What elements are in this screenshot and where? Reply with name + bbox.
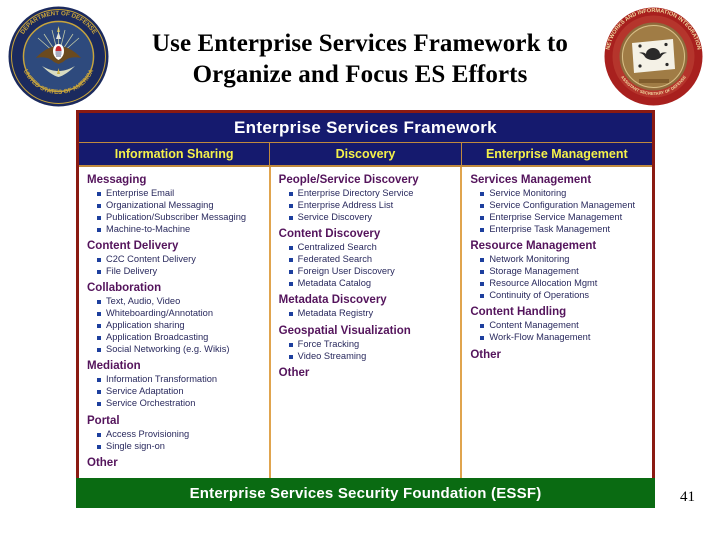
list-item: Social Networking (e.g. Wikis) [97, 344, 265, 355]
framework-column-information-sharing: Messaging Enterprise Email Organizational … [79, 167, 271, 479]
list-item: Application Broadcasting [97, 332, 265, 343]
group-item-list: Text, Audio, Video Whiteboarding/Annotati… [87, 296, 265, 355]
list-item: C2C Content Delivery [97, 254, 265, 265]
framework-columns: Messaging Enterprise Email Organizational … [79, 167, 652, 479]
group-title: Other [470, 348, 502, 361]
list-item: Resource Allocation Mgmt [480, 278, 648, 289]
list-item: Publication/Subscriber Messaging [97, 212, 265, 223]
list-item: Single sign-on [97, 441, 265, 452]
list-item: Text, Audio, Video [97, 296, 265, 307]
list-item: Whiteboarding/Annotation [97, 308, 265, 319]
list-item: Enterprise Directory Service [288, 188, 457, 199]
list-item: Service Configuration Management [480, 200, 648, 211]
framework-column-headers: Information Sharing Discovery Enterprise… [79, 143, 652, 167]
list-item: Video Streaming [288, 351, 457, 362]
list-item: Continuity of Operations [480, 290, 648, 301]
list-item: Enterprise Address List [288, 200, 457, 211]
list-item: Service Orchestration [97, 398, 265, 409]
list-item: Application sharing [97, 320, 265, 331]
group-title: Portal [87, 414, 120, 427]
list-item: Service Discovery [288, 212, 457, 223]
page-title-line-2: Organize and Focus ES Efforts [192, 61, 528, 88]
list-item: Enterprise Email [97, 188, 265, 199]
framework-column-enterprise-management: Services Management Service Monitoring Ser… [462, 167, 652, 479]
list-item: Metadata Registry [288, 308, 457, 319]
essf-foundation-label: Enterprise Services Security Foundation … [189, 484, 542, 502]
group-item-list: Force Tracking Video Streaming [279, 339, 457, 362]
slide-number: 41 [680, 489, 695, 505]
group-item-list: Enterprise Directory Service Enterprise A… [279, 188, 457, 223]
group-item-list: Service Monitoring Service Configuration … [470, 188, 648, 235]
enterprise-services-framework-panel: Enterprise Services Framework Informatio… [76, 110, 655, 482]
department-of-defense-seal-icon: DEPARTMENT OF DEFENSE UNITED STATES OF A… [8, 6, 109, 107]
page-title: Use Enterprise Services Framework to Org… [110, 28, 610, 90]
group-title: Resource Management [470, 240, 597, 253]
page-title-line-1: Use Enterprise Services Framework to [152, 30, 568, 57]
group-title: Messaging [87, 174, 147, 186]
column-header-information-sharing: Information Sharing [79, 143, 271, 165]
list-item: Service Adaptation [97, 386, 265, 397]
list-item: Metadata Catalog [288, 278, 457, 289]
group-title: Geospatial Visualization [278, 324, 411, 337]
column-header-discovery: Discovery [270, 143, 462, 165]
group-title: Collaboration [87, 282, 162, 295]
list-item: Content Management [480, 320, 648, 331]
list-item: Network Monitoring [480, 254, 648, 265]
group-item-list: C2C Content Delivery File Delivery [87, 254, 265, 277]
list-item: Storage Management [480, 266, 648, 277]
group-item-list: Centralized Search Federated Search Foreig… [279, 242, 457, 289]
group-title: Other [278, 367, 310, 380]
group-title: People/Service Discovery [278, 174, 419, 186]
column-header-enterprise-management: Enterprise Management [485, 147, 628, 161]
list-item: Information Transformation [97, 374, 265, 385]
group-title: Mediation [87, 360, 141, 373]
group-title: Services Management [470, 174, 592, 186]
list-item: Work-Flow Management [480, 332, 648, 343]
essf-foundation-bar: Enterprise Services Security Foundation … [76, 478, 655, 508]
group-title: Content Discovery [278, 228, 381, 241]
list-item: Force Tracking [288, 339, 457, 350]
list-item: Enterprise Task Management [480, 224, 648, 235]
list-item: Organizational Messaging [97, 200, 265, 211]
list-item: Enterprise Service Management [480, 212, 648, 223]
list-item: Foreign User Discovery [288, 266, 457, 277]
list-item: Access Provisioning [97, 429, 265, 440]
list-item: Centralized Search [288, 242, 457, 253]
group-title: Other [87, 457, 118, 469]
group-title: Content Delivery [87, 240, 179, 253]
list-item: Service Monitoring [480, 188, 648, 199]
group-item-list: Content Management Work-Flow Management [470, 320, 648, 343]
group-title: Content Handling [470, 306, 567, 319]
group-item-list: Information Transformation Service Adapta… [87, 374, 265, 409]
group-title: Metadata Discovery [278, 294, 387, 307]
networks-and-information-integration-seal-icon: NETWORKS AND INFORMATION INTEGRATION ASS… [603, 6, 704, 107]
group-item-list: Metadata Registry [279, 308, 457, 319]
framework-column-discovery: People/Service Discovery Enterprise Direc… [271, 167, 463, 479]
list-item: Machine-to-Machine [97, 224, 265, 235]
group-item-list: Network Monitoring Storage Management Reso… [470, 254, 648, 301]
list-item: Federated Search [288, 254, 457, 265]
group-item-list: Access Provisioning Single sign-on [87, 429, 265, 452]
list-item: File Delivery [97, 266, 265, 277]
group-item-list: Enterprise Email Organizational Messaging… [87, 188, 265, 235]
framework-title: Enterprise Services Framework [79, 113, 652, 143]
